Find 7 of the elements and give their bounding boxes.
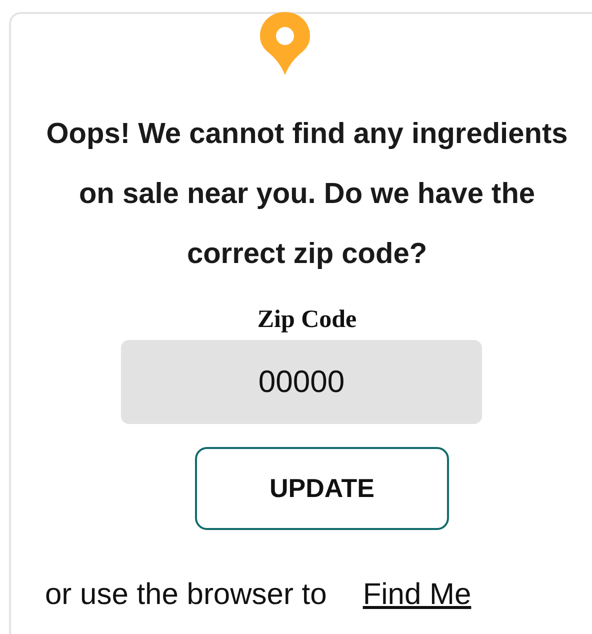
find-me-link[interactable]: Find Me	[362, 572, 472, 617]
zip-code-field[interactable]: 00000	[121, 340, 482, 424]
update-button[interactable]: UPDATE	[195, 447, 449, 530]
message-text: Oops! We cannot find any ingredients on sale near you. Do we have the correct zip code?	[45, 117, 569, 272]
footer-text: or use the browser to	[45, 577, 327, 613]
location-pin-icon	[259, 12, 311, 76]
zip-code-label: Zip Code	[256, 305, 358, 335]
